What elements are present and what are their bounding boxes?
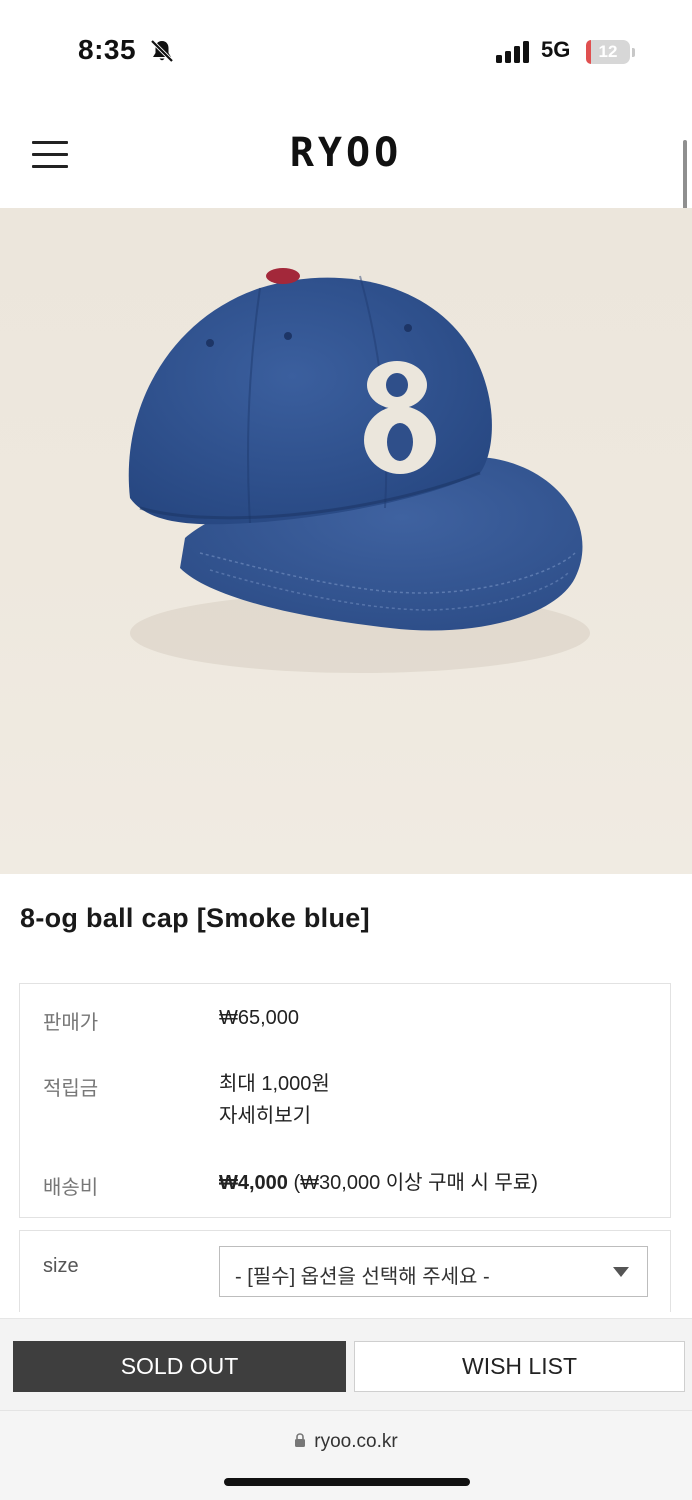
wish-list-button[interactable]: WISH LIST xyxy=(354,1341,685,1392)
cellular-signal-icon xyxy=(496,41,529,63)
product-image[interactable] xyxy=(0,208,692,874)
site-header: RYOO xyxy=(0,100,692,208)
product-title: 8-og ball cap [Smoke blue] xyxy=(20,903,370,933)
lock-icon xyxy=(295,1433,306,1447)
size-select-value: - [필수] 옵션을 선택해 주세요 - xyxy=(235,1266,490,1288)
points-value-block: 최대 1,000원 자세히보기 xyxy=(219,1068,330,1132)
status-time: 8:35 xyxy=(78,34,137,65)
size-label: size xyxy=(43,1255,79,1277)
points-detail-link[interactable]: 자세히보기 xyxy=(219,1100,330,1132)
points-value: 최대 1,000원 xyxy=(219,1073,330,1095)
points-label: 적립금 xyxy=(43,1078,99,1100)
price-label: 판매가 xyxy=(43,1012,99,1034)
bell-muted-icon xyxy=(150,39,174,63)
battery-nub xyxy=(632,48,635,57)
price-value: ₩65,000 xyxy=(219,1007,300,1029)
shipping-note: (₩30,000 이상 구매 시 무료) xyxy=(293,1172,538,1194)
chevron-down-icon xyxy=(613,1267,629,1277)
url-text: ryoo.co.kr xyxy=(314,1431,398,1452)
battery-percent: 12 xyxy=(598,42,618,61)
product-info-table: 판매가 ₩65,000 적립금 최대 1,000원 자세히보기 배송비 ₩4,0… xyxy=(19,983,671,1218)
url-field[interactable]: ryoo.co.kr xyxy=(0,1431,692,1453)
shipping-label: 배송비 xyxy=(43,1177,99,1199)
shipping-fee: ₩4,000 xyxy=(219,1172,288,1194)
cap-photo xyxy=(128,268,590,673)
site-logo[interactable]: RYOO xyxy=(0,130,692,176)
battery-icon: 12 xyxy=(586,40,630,64)
status-bar: 8:35 5G 12 xyxy=(0,0,692,100)
browser-address-bar: ryoo.co.kr xyxy=(0,1410,692,1500)
sold-out-button[interactable]: SOLD OUT xyxy=(13,1341,346,1392)
network-type: 5G xyxy=(541,37,571,62)
size-select[interactable]: - [필수] 옵션을 선택해 주세요 - xyxy=(219,1246,648,1297)
option-section: size - [필수] 옵션을 선택해 주세요 - xyxy=(19,1230,671,1312)
shipping-value: ₩4,000 (₩30,000 이상 구매 시 무료) xyxy=(219,1167,538,1199)
action-bar: SOLD OUT WISH LIST xyxy=(0,1318,692,1410)
number-8-patch xyxy=(364,361,436,474)
home-indicator[interactable] xyxy=(224,1478,470,1486)
